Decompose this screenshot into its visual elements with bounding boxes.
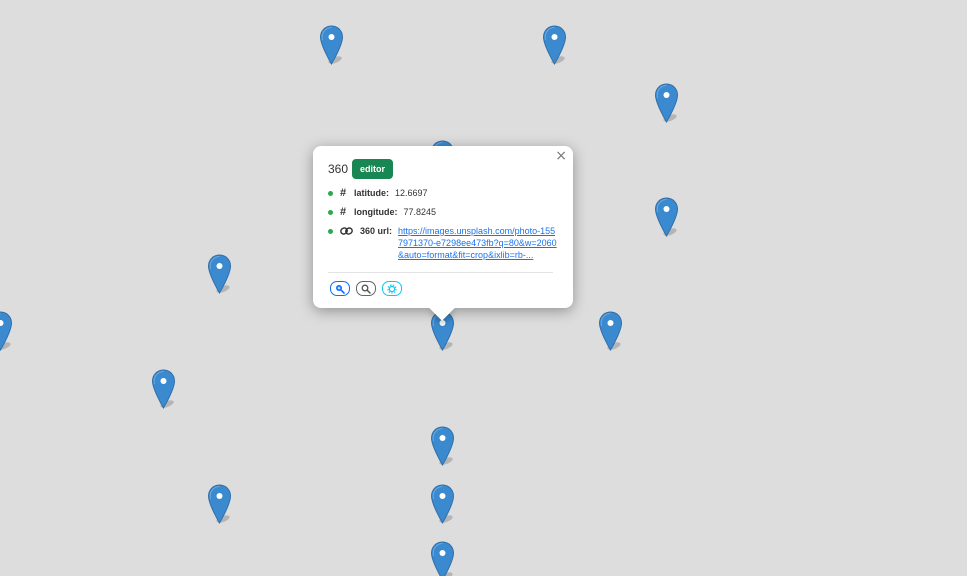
view-button[interactable] <box>356 281 376 296</box>
map-pin-icon[interactable] <box>207 254 232 295</box>
map-pin-icon[interactable] <box>430 426 455 467</box>
map-pin-icon[interactable] <box>654 83 679 124</box>
map-pin-icon[interactable] <box>598 311 623 352</box>
latitude-row: # latitude: 12.6697 <box>328 187 559 199</box>
hash-icon: # <box>340 187 347 199</box>
longitude-value: 77.8245 <box>403 207 437 217</box>
latitude-value: 12.6697 <box>395 188 428 198</box>
gear-icon <box>387 283 397 294</box>
settings-button[interactable] <box>382 281 402 296</box>
url-label: 360 url: <box>360 226 393 236</box>
map-pin-icon[interactable] <box>0 311 13 352</box>
map-pin-icon[interactable] <box>430 484 455 525</box>
map-pin-icon[interactable] <box>319 25 344 66</box>
close-popup-button[interactable]: × <box>555 149 567 163</box>
map-pin-icon[interactable] <box>151 369 176 410</box>
longitude-row: # longitude: 77.8245 <box>328 206 559 218</box>
link-icon <box>340 226 354 239</box>
map-pin-icon[interactable] <box>207 484 232 525</box>
status-dot <box>328 210 333 215</box>
zoom-to-button[interactable] <box>330 281 350 296</box>
map-pin-icon[interactable] <box>430 541 455 576</box>
hash-icon: # <box>340 206 347 218</box>
zoom-in-icon <box>336 284 345 294</box>
marker-popup: × 360 editor # latitude: 12.6697 # longi… <box>313 146 573 321</box>
360-url-link[interactable]: https://images.unsplash.com/photo-155797… <box>398 225 559 261</box>
search-icon <box>361 284 371 294</box>
status-dot <box>328 229 333 234</box>
status-dot <box>328 191 333 196</box>
popup-title: 360 <box>328 162 349 176</box>
longitude-label: longitude: <box>354 207 398 217</box>
url-row: 360 url: https://images.unsplash.com/pho… <box>328 225 559 261</box>
role-badge: editor <box>352 159 394 179</box>
popup-divider <box>328 272 553 273</box>
latitude-label: latitude: <box>354 188 389 198</box>
map-canvas[interactable]: × 360 editor # latitude: 12.6697 # longi… <box>0 0 967 576</box>
map-pin-icon[interactable] <box>654 197 679 238</box>
map-pin-icon[interactable] <box>542 25 567 66</box>
